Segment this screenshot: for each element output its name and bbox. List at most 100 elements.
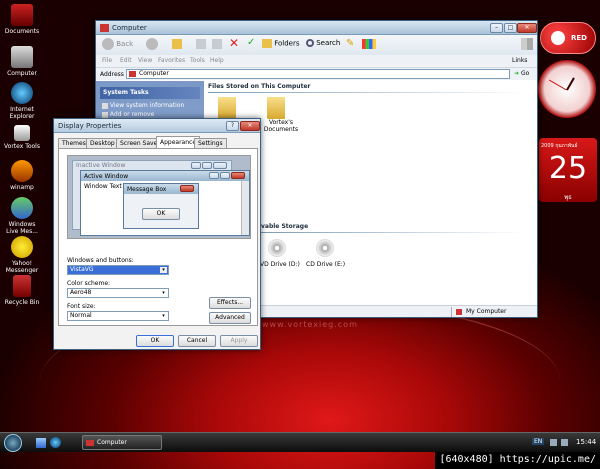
dialog-titlebar[interactable]: Display Properties ? ✕ (54, 119, 260, 133)
desktop-icon-documents[interactable]: Documents (2, 4, 42, 35)
tab-strip: Themes Desktop Screen Saver Appearance S… (58, 136, 258, 148)
menu-favorites[interactable]: Favorites (158, 57, 185, 64)
dialog-title: Display Properties (58, 122, 122, 130)
desktop-icon-winamp[interactable]: winamp (2, 160, 42, 191)
menu-help[interactable]: Help (210, 57, 224, 64)
documents-icon (11, 4, 33, 26)
calendar-gadget: 2009 กุมภาพันธ์ 25 พุธ (539, 138, 597, 202)
address-field[interactable]: Computer (126, 69, 510, 79)
desktop-icon-label: Documents (4, 28, 40, 35)
display-properties-dialog: Display Properties ? ✕ Themes Desktop Sc… (53, 118, 261, 350)
calendar-month: 2009 กุมภาพันธ์ (541, 143, 578, 149)
minimize-button[interactable]: – (490, 23, 503, 33)
maximize-button[interactable]: □ (504, 23, 517, 33)
drive-label: CD Drive (E:) (306, 261, 346, 268)
folders-button[interactable]: Folders (262, 39, 300, 48)
windows-buttons-select[interactable]: VistaVG ▾ (67, 265, 169, 275)
dvd-drive-icon (268, 239, 286, 257)
desktop-icon-vortex-tools[interactable]: Vortex Tools (2, 125, 42, 150)
explorer-titlebar[interactable]: Computer – □ ✕ (96, 21, 537, 35)
folder-vortex-documents[interactable]: Vortex's Documents (259, 97, 303, 133)
message-box-ok: OK (142, 208, 180, 220)
calendar-day: 25 (548, 151, 588, 186)
delete-icon[interactable]: ✕ (229, 36, 239, 50)
apply-button[interactable]: Apply (220, 335, 258, 347)
forward-button[interactable] (146, 38, 158, 50)
menu-tools[interactable]: Tools (190, 57, 205, 64)
color-scheme-select[interactable]: Aero48 ▾ (67, 288, 169, 298)
recycle-bin-icon (13, 275, 31, 297)
desktop-icon-label: Windows Live Mes... (6, 221, 38, 235)
up-folder-icon[interactable] (172, 39, 182, 49)
back-button[interactable]: Back (102, 38, 133, 52)
cut-icon[interactable] (196, 39, 206, 49)
tab-desktop[interactable]: Desktop (86, 138, 119, 148)
close-button[interactable]: ✕ (517, 23, 537, 33)
views-icon[interactable] (362, 39, 376, 49)
desktop-watermark-site: www.vortexieg.com (262, 320, 358, 329)
preview-active-window: Active Window Window Text Message Box OK (80, 170, 250, 236)
menu-bar: File Edit View Favorites Tools Help Link… (96, 55, 537, 67)
explorer-toolbar: Back ✕ ✓ Folders Search ✎ (96, 35, 537, 55)
cd-drive-icon (316, 239, 334, 257)
clock-hour-hand (566, 77, 575, 91)
taskbar-clock[interactable]: 15:44 (576, 438, 596, 446)
preview-active-title: Active Window (84, 173, 129, 180)
taskbar-task-computer[interactable]: Computer (82, 435, 162, 450)
chevron-down-icon: ▾ (160, 267, 167, 273)
cancel-button[interactable]: Cancel (178, 335, 216, 347)
dialog-close-button[interactable]: ✕ (240, 121, 260, 131)
computer-icon (86, 440, 94, 446)
preview-message-box: Message Box OK (123, 183, 199, 229)
desktop-icon-yahoo-messenger[interactable]: Yahoo! Messenger (2, 236, 42, 274)
font-size-select[interactable]: Normal ▾ (67, 311, 169, 321)
computer-icon (456, 309, 462, 315)
add-remove-icon (102, 111, 108, 118)
folder-label: Vortex's Documents (263, 119, 299, 133)
copy-icon[interactable] (212, 39, 222, 49)
task-add-remove[interactable]: Add or remove (102, 111, 202, 118)
tools-icon[interactable]: ✎ (346, 38, 354, 49)
messenger-icon (11, 197, 33, 219)
language-indicator[interactable]: EN (532, 438, 545, 445)
go-button[interactable]: ➜ Go (514, 70, 529, 77)
cd-drive[interactable]: CD Drive (E:) (306, 239, 348, 268)
vortex-tools-icon (14, 125, 30, 141)
effects-button[interactable]: Effects... (209, 297, 251, 309)
desktop-icon-label: Internet Explorer (9, 106, 35, 120)
start-button[interactable] (4, 434, 22, 452)
explorer-title: Computer (112, 24, 147, 32)
task-view-system-info[interactable]: View system information (102, 102, 202, 109)
computer-icon (11, 46, 33, 68)
dvd-drive[interactable]: VD Drive (D:) (260, 239, 300, 268)
search-button[interactable]: Search (306, 39, 340, 47)
show-desktop-icon[interactable] (36, 438, 46, 448)
help-button[interactable]: ? (226, 121, 239, 131)
links-label[interactable]: Links (512, 57, 527, 64)
desktop-icon-windows-live-messenger[interactable]: Windows Live Mes... (2, 197, 42, 235)
network-icon[interactable] (550, 439, 557, 446)
system-tasks-header[interactable]: System Tasks (100, 87, 200, 99)
image-footer: [640x480] https://upic.me/ (435, 452, 600, 469)
desktop-icon-internet-explorer[interactable]: Internet Explorer (2, 82, 42, 120)
files-section-line (208, 92, 528, 93)
check-icon[interactable]: ✓ (247, 37, 255, 48)
folders-icon (262, 39, 272, 48)
desktop-icon-computer[interactable]: Computer (2, 46, 42, 77)
ok-button[interactable]: OK (136, 335, 174, 347)
clock-minute-hand (548, 79, 567, 91)
internet-explorer-quicklaunch-icon[interactable] (50, 437, 61, 448)
folder-icon (218, 97, 236, 119)
menu-file[interactable]: File (102, 57, 112, 64)
menu-edit[interactable]: Edit (120, 57, 132, 64)
advanced-button[interactable]: Advanced (209, 312, 251, 324)
menu-view[interactable]: View (138, 57, 152, 64)
windows-flag-icon (521, 38, 533, 50)
chevron-down-icon: ▾ (162, 290, 165, 296)
go-arrow-icon: ➜ (514, 70, 520, 77)
tab-settings[interactable]: Settings (194, 138, 227, 148)
desktop-icon-recycle-bin[interactable]: Recycle Bin (2, 275, 42, 306)
desktop-icon-label: Computer (7, 70, 37, 77)
chevron-down-icon: ▾ (162, 313, 165, 319)
volume-icon[interactable] (561, 439, 568, 446)
